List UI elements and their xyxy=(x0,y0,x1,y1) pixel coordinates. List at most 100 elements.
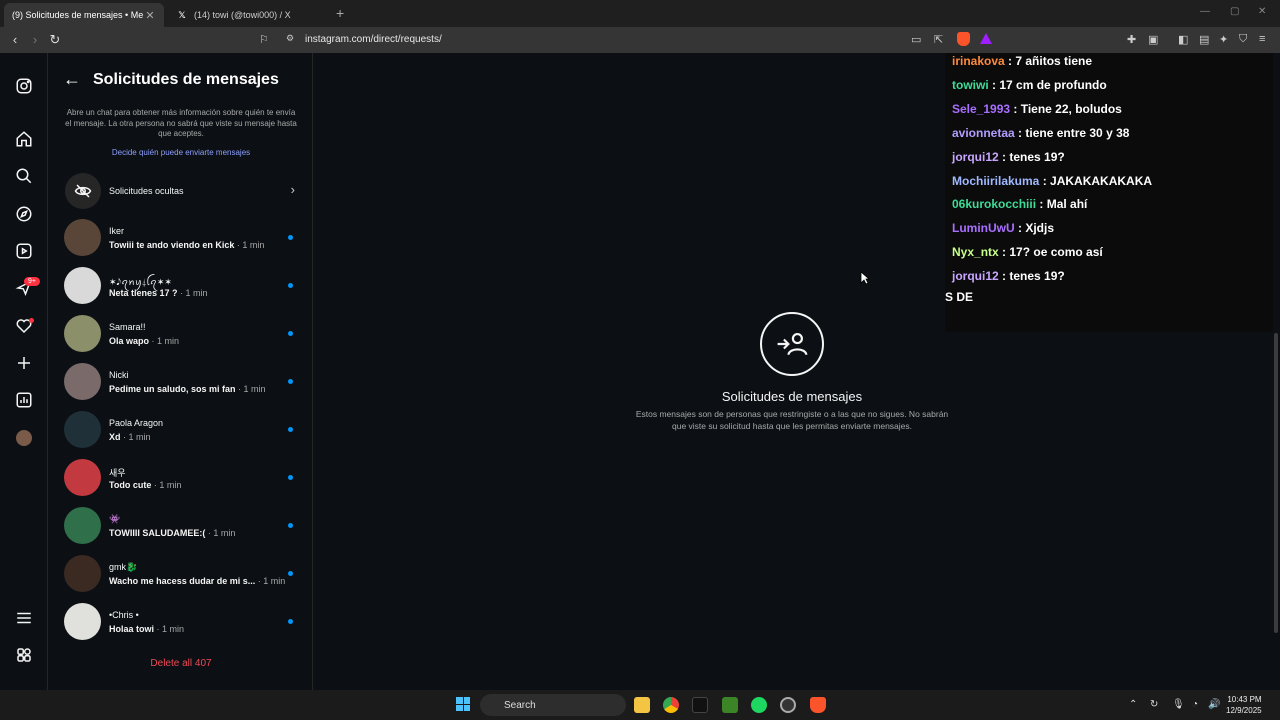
avatar xyxy=(64,219,101,256)
unread-dot xyxy=(288,571,293,576)
message-text: Xd xyxy=(109,432,121,442)
vpn-shield-icon[interactable]: ⛉ xyxy=(1239,33,1247,46)
unread-dot xyxy=(288,379,293,384)
create-icon[interactable] xyxy=(14,353,34,373)
sync-icon[interactable]: ↻ xyxy=(1150,699,1158,710)
menu-icon[interactable]: ≡ xyxy=(1259,33,1265,45)
microphone-icon[interactable]: 🎙 xyxy=(1172,699,1185,710)
close-window-icon[interactable]: ✕ xyxy=(1258,6,1266,17)
brave-shields-icon[interactable] xyxy=(957,32,970,46)
avatar xyxy=(64,555,101,592)
minecraft-icon[interactable] xyxy=(722,697,738,713)
list-item[interactable]: Nicki Pedime un saludo, sos mi fan · 1 mi… xyxy=(63,363,303,411)
list-item[interactable]: gmk🐉 Wacho me hacess dudar de mi s... · 1… xyxy=(63,555,303,603)
chat-username: Sele_1993 xyxy=(952,101,1011,116)
explore-icon[interactable] xyxy=(14,204,34,224)
home-icon[interactable] xyxy=(14,129,34,149)
avatar xyxy=(64,507,101,544)
unread-dot xyxy=(288,523,293,528)
message-controls-link[interactable]: Decide quién puede enviarte mensajes xyxy=(63,148,299,157)
taskbar-search[interactable]: Search xyxy=(480,694,626,716)
hidden-requests-label: Solicitudes ocultas xyxy=(109,186,184,196)
avatar xyxy=(64,459,101,496)
taskbar: ⚲ Search ⌃ ↻ 🎙 ◔ 🔊 10:43 PM 12/9/2025 xyxy=(0,690,1280,720)
brave-icon[interactable] xyxy=(810,697,826,713)
brave-rewards-icon[interactable] xyxy=(980,33,992,44)
new-tab-icon[interactable]: + xyxy=(336,5,344,21)
share-icon[interactable]: ⇱ xyxy=(934,33,943,46)
sender-name: gmk🐉 xyxy=(109,562,138,572)
main-description: Estos mensajes son de personas que restr… xyxy=(635,409,949,431)
chat-message: 06kurokocchiii : Mal ahí xyxy=(952,197,1087,211)
reels-icon[interactable] xyxy=(14,241,34,261)
minimize-icon[interactable]: — xyxy=(1200,6,1210,17)
chat-text: : 17? oe como así xyxy=(998,245,1103,260)
extensions-icon[interactable]: ✚ xyxy=(1127,33,1136,46)
close-tab-icon[interactable]: ✕ xyxy=(144,9,156,22)
sidebar-icon[interactable]: ◧ xyxy=(1178,33,1188,46)
also-from-meta-icon[interactable] xyxy=(14,645,34,665)
message-preview: Towiii te ando viendo en Kick · 1 min xyxy=(109,240,264,250)
chat-username: jorqui12 xyxy=(952,269,999,284)
nav-rail: 9+ xyxy=(0,53,48,690)
eye-off-icon xyxy=(65,173,101,209)
leo-ai-icon[interactable]: ✦ xyxy=(1219,33,1228,46)
maximize-icon[interactable]: ▢ xyxy=(1230,6,1239,17)
chrome-icon[interactable] xyxy=(663,697,679,713)
list-item[interactable]: ✶𝅘𝅥𝅮ꪖꪀꪗ⸸ꪶꪖ✶✶ Neta tienes 17 ? · 1 min xyxy=(63,267,303,315)
tab-x[interactable]: 𝕏 (14) towi (@towi000) / X xyxy=(168,3,336,27)
list-item[interactable]: 👾 TOWIIII SALUDAMEE:( · 1 min xyxy=(63,507,303,555)
message-time: · 1 min xyxy=(154,624,185,634)
list-item[interactable]: Paola Aragon Xd · 1 min xyxy=(63,411,303,459)
forward-icon[interactable]: › xyxy=(27,32,43,47)
obs-icon[interactable] xyxy=(780,697,796,713)
bookmark-icon[interactable]: ⚐ xyxy=(259,33,269,46)
unread-dot xyxy=(288,427,293,432)
url-input[interactable]: instagram.com/direct/requests/ xyxy=(305,34,442,45)
more-menu-icon[interactable] xyxy=(14,608,34,628)
list-item[interactable]: Iker Towiii te ando viendo en Kick · 1 mi… xyxy=(63,219,303,267)
back-arrow-icon[interactable]: ← xyxy=(63,69,81,90)
chat-username: avionnetaa xyxy=(952,125,1015,140)
notification-badge: 9+ xyxy=(24,277,40,286)
search-icon[interactable] xyxy=(14,166,34,186)
tray-overflow-icon[interactable]: ⌃ xyxy=(1129,699,1137,710)
main-title: Solicitudes de mensajes xyxy=(721,389,863,404)
wifi-icon[interactable]: ◔ xyxy=(1192,699,1198,710)
back-icon[interactable]: ‹ xyxy=(7,32,23,47)
capcut-icon[interactable] xyxy=(692,697,708,713)
stream-chat-overlay: S DE irinakova : 7 añitos tiene towiwi : … xyxy=(945,53,1273,332)
sender-name: 새우 xyxy=(109,468,126,478)
message-text: Ola wapo xyxy=(109,336,150,346)
message-preview: Todo cute · 1 min xyxy=(109,480,181,490)
chat-username: LuminUwU xyxy=(952,221,1015,236)
profile-avatar[interactable] xyxy=(14,428,34,448)
reload-icon[interactable]: ↻ xyxy=(47,32,63,48)
list-item[interactable]: 새우 Todo cute · 1 min xyxy=(63,459,303,507)
message-time: · 1 min xyxy=(234,240,265,250)
chat-message: avionnetaa : tiene entre 30 y 38 xyxy=(952,126,1129,140)
site-info-icon[interactable]: ⚙ xyxy=(286,33,294,44)
chat-message: LuminUwU : Xjdjs xyxy=(952,221,1054,235)
spotify-icon[interactable] xyxy=(751,697,767,713)
tab-title: (9) Solicitudes de mensajes • Me xyxy=(12,10,144,20)
dashboard-icon[interactable] xyxy=(14,390,34,410)
chat-username: 06kurokocchiii xyxy=(952,197,1037,212)
cast-icon[interactable]: ▭ xyxy=(911,33,921,46)
list-item[interactable]: Samara!! Ola wapo · 1 min xyxy=(63,315,303,363)
clock[interactable]: 10:43 PM 12/9/2025 xyxy=(1226,694,1262,716)
instagram-logo-icon[interactable] xyxy=(14,76,34,96)
message-text: TOWIIII SALUDAMEE:( xyxy=(109,528,206,538)
volume-icon[interactable]: 🔊 xyxy=(1208,699,1220,710)
delete-all-button[interactable]: Delete all 407 xyxy=(49,658,313,669)
scrollbar[interactable] xyxy=(1274,333,1278,633)
list-item[interactable]: •Chris • Holaa towi · 1 min xyxy=(63,603,303,651)
start-windows-icon[interactable] xyxy=(456,697,470,711)
hidden-requests-row[interactable]: Solicitudes ocultas › xyxy=(63,173,299,209)
wallet-icon[interactable]: ▤ xyxy=(1199,33,1209,46)
file-explorer-icon[interactable] xyxy=(634,697,650,713)
chat-message: Sele_1993 : Tiene 22, boludos xyxy=(952,102,1122,116)
tab-manager-icon[interactable]: ▣ xyxy=(1148,33,1158,46)
clock-date: 12/9/2025 xyxy=(1226,706,1262,715)
tab-instagram[interactable]: (9) Solicitudes de mensajes • Me ✕ xyxy=(4,3,164,68)
